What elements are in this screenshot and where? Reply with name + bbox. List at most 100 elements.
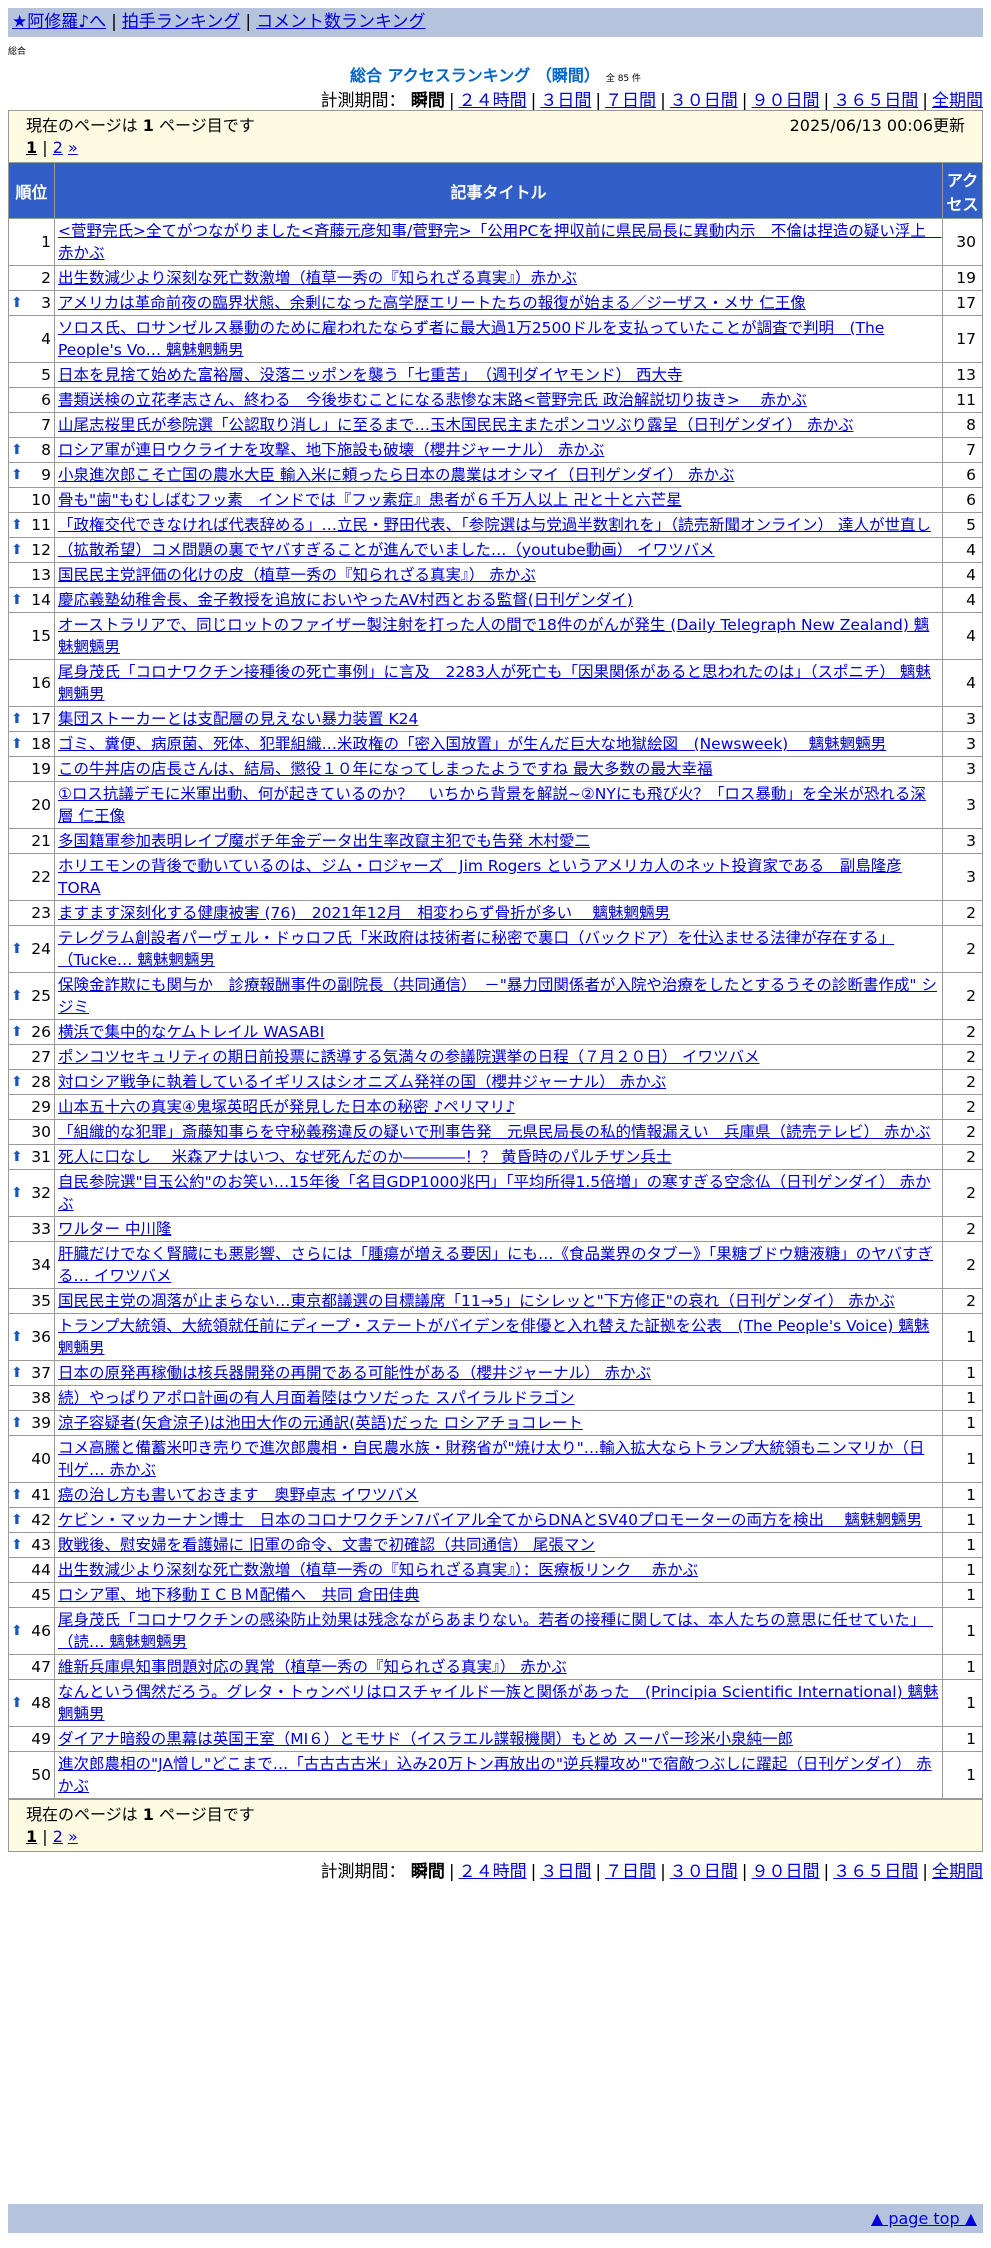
page-title: 総合 アクセスランキング （瞬間） 全 85 件 bbox=[8, 62, 983, 86]
article-title-link[interactable]: ロシア軍、地下移動ＩＣＢＭ配備へ 共同 倉田佳典 bbox=[58, 1586, 419, 1604]
period-365d[interactable]: ３６５日間 bbox=[833, 91, 918, 111]
comment-ranking-link[interactable]: コメント数ランキング bbox=[256, 12, 426, 32]
article-title-link[interactable]: 山尾志桜里氏が参院選「公認取り消し」に至るまで…玉木国民民主またポンコツぶり露呈… bbox=[58, 416, 853, 434]
period-30d[interactable]: ３０日間 bbox=[670, 1862, 738, 1882]
article-title-link[interactable]: 出生数減少より深刻な死亡数激増（植草一秀の『知られざる真実』）：医療板リンク 赤… bbox=[58, 1561, 698, 1579]
article-title-link[interactable]: （拡散希望）コメ問題の裏でヤバすぎることが進んでいました…（youtube動画）… bbox=[58, 541, 715, 559]
article-title-link[interactable]: 日本の原発再稼働は核兵器開発の再開である可能性がある（櫻井ジャーナル） 赤かぶ bbox=[58, 1364, 651, 1382]
clap-ranking-link[interactable]: 拍手ランキング bbox=[122, 12, 241, 32]
article-title-link[interactable]: オーストラリアで、同じロットのファイザー製注射を打った人の間で18件のがんが発生… bbox=[58, 616, 929, 656]
article-title-link[interactable]: 尾身茂氏「コロナワクチン接種後の死亡事例」に言及 2283人が死亡も「因果関係が… bbox=[58, 663, 931, 703]
article-title-link[interactable]: ますます深刻化する健康被害 (76) 2021年12月 相変わらず骨折が多い 魑… bbox=[58, 904, 670, 922]
rank-change: ⬆ bbox=[8, 706, 27, 732]
article-title-link[interactable]: 日本を見捨て始めた富裕層、没落ニッポンを襲う「七重苦」 （週刊ダイヤモンド） 西… bbox=[58, 366, 682, 384]
pager-page-2[interactable]: 2 bbox=[53, 138, 63, 157]
rank-change bbox=[8, 1241, 27, 1289]
article-title-link[interactable]: 尾身茂氏「コロナワクチンの感染防止効果は残念ながらあまりない。若者の接種に関して… bbox=[58, 1611, 933, 1651]
article-title-link[interactable]: ソロス氏、ロサンゼルス暴動のために雇われたならず者に最大過1万2500ドルを支払… bbox=[58, 319, 884, 359]
rank-change bbox=[8, 362, 27, 388]
period-3d[interactable]: ３日間 bbox=[540, 91, 591, 111]
access-count: 6 bbox=[942, 487, 983, 513]
period-30d[interactable]: ３０日間 bbox=[670, 91, 738, 111]
access-count: 13 bbox=[942, 362, 983, 388]
article-title-link[interactable]: 横浜で集中的なケムトレイル WASABI bbox=[58, 1023, 324, 1041]
article-title-link[interactable]: テレグラム創設者パーヴェル・ドゥロフ氏「米政府は技術者に秘密で裏口（バックドア）… bbox=[58, 929, 894, 969]
period-7d[interactable]: ７日間 bbox=[605, 1862, 656, 1882]
rank-change bbox=[8, 1726, 27, 1752]
article-title-link[interactable]: この牛丼店の店長さんは、結局、懲役１０年になってしまったようですね 最大多数の最… bbox=[58, 760, 713, 778]
article-title-link[interactable]: ケビン・マッカーナン博士 日本のコロナワクチン7バイアル全てからDNAとSV40… bbox=[58, 1511, 922, 1529]
period-3d[interactable]: ３日間 bbox=[540, 1862, 591, 1882]
period-365d[interactable]: ３６５日間 bbox=[833, 1862, 918, 1882]
period-24h[interactable]: ２４時間 bbox=[459, 91, 527, 111]
article-title-link[interactable]: 集団ストーカーとは支配層の見えない暴力装置 K24 bbox=[58, 710, 418, 728]
article-title-link[interactable]: 死人に口なし 米森アナはいつ、なぜ死んだのか――――！？ 黄昏時のパルチザン兵士 bbox=[58, 1148, 671, 1166]
period-90d[interactable]: ９０日間 bbox=[752, 1862, 820, 1882]
article-title-link[interactable]: <菅野完氏>全てがつながりました<斉藤元彦知事/菅野完>「公用PCを押収前に県民… bbox=[58, 222, 941, 262]
article-title-link[interactable]: 自民参院選"目玉公約"のお笑い…15年後「名目GDP1000兆円」「平均所得1.… bbox=[58, 1173, 931, 1213]
article-title-link[interactable]: 保険金詐欺にも関与か 診療報酬事件の副院長（共同通信） －"暴力団関係者が入院や… bbox=[58, 976, 937, 1016]
header-access: アクセス bbox=[942, 162, 983, 219]
rank-change bbox=[8, 1654, 27, 1680]
article-title-link[interactable]: コメ高騰と備蓄米叩き売りで進次郎農相・自民農水族・財務省が"焼け太り"…輸入拡大… bbox=[58, 1439, 924, 1479]
period-7d[interactable]: ７日間 bbox=[605, 91, 656, 111]
period-90d[interactable]: ９０日間 bbox=[752, 91, 820, 111]
article-title-link[interactable]: ホリエモンの背後で動いているのは、ジム・ロジャーズ Jim Rogers という… bbox=[58, 857, 902, 897]
rank-number: 12 bbox=[26, 537, 56, 563]
article-title-link[interactable]: 山本五十六の真実④鬼塚英昭氏が発見した日本の秘密 ♪ペリマリ♪ bbox=[58, 1098, 515, 1116]
access-count: 1 bbox=[942, 1482, 983, 1508]
article-title-link[interactable]: 癌の治し方も書いておきます 奥野卓志 イワツバメ bbox=[58, 1486, 419, 1504]
rank-number: 22 bbox=[26, 853, 56, 901]
asyura-home-link[interactable]: ★阿修羅♪へ bbox=[12, 12, 106, 32]
article-title-link[interactable]: ①ロス抗議デモに米軍出動、何が起きているのか？ いちから背景を解説~②NYにも飛… bbox=[58, 785, 926, 825]
article-title-link[interactable]: ゴミ、糞便、病原菌、死体、犯罪組織…米政権の「密入国放置」が生んだ巨大な地獄絵図… bbox=[58, 735, 886, 753]
page-top-link[interactable]: ▲ page top ▲ bbox=[871, 2209, 977, 2228]
pager-next[interactable]: » bbox=[68, 138, 78, 157]
table-row: ⬆ 11 「政権交代できなければ代表辞める」…立民・野田代表、「参院選は与党過半数割… bbox=[8, 512, 983, 538]
article-title-cell: 横浜で集中的なケムトレイル WASABI bbox=[54, 1019, 943, 1045]
period-24h[interactable]: ２４時間 bbox=[459, 1862, 527, 1882]
article-title-cell: 自民参院選"目玉公約"のお笑い…15年後「名目GDP1000兆円」「平均所得1.… bbox=[54, 1169, 943, 1217]
article-title-link[interactable]: 書類送検の立花孝志さん、終わる 今後歩むことになる悲惨な末路<菅野完氏 政治解説… bbox=[58, 391, 807, 409]
article-title-cell: ゴミ、糞便、病原菌、死体、犯罪組織…米政権の「密入国放置」が生んだ巨大な地獄絵図… bbox=[54, 731, 943, 757]
article-title-link[interactable]: ロシア軍が連日ウクライナを攻撃、地下施設も破壊（櫻井ジャーナル） 赤かぶ bbox=[58, 441, 604, 459]
table-row: 40 コメ高騰と備蓄米叩き売りで進次郎農相・自民農水族・財務省が"焼け太り"…輸入… bbox=[8, 1435, 983, 1483]
article-title-link[interactable]: 「組織的な犯罪」斎藤知事らを守秘義務違反の疑いで刑事告発 元県民局長の私的情報漏… bbox=[58, 1123, 930, 1141]
article-title-link[interactable]: 国民民主党評価の化けの皮（植草一秀の『知られざる真実』） 赤かぶ bbox=[58, 566, 536, 584]
article-title-link[interactable]: 対ロシア戦争に執着しているイギリスはシオニズム発祥の国（櫻井ジャーナル） 赤かぶ bbox=[58, 1073, 666, 1091]
article-title-link[interactable]: 肝臓だけでなく腎臓にも悪影響、さらには「腫瘍が増える要因」にも…《食品業界のタブ… bbox=[58, 1245, 933, 1285]
article-title-link[interactable]: 敗戦後、慰安婦を看護婦に 旧軍の命令、文書で初確認（共同通信） 尾張マン bbox=[58, 1536, 595, 1554]
article-title-link[interactable]: ワルター 中川隆 bbox=[58, 1220, 171, 1238]
rank-number: 38 bbox=[26, 1385, 56, 1411]
article-title-link[interactable]: 涼子容疑者(矢倉涼子)は池田大作の元通訳(英語)だった ロシアチョコレート bbox=[58, 1414, 583, 1432]
article-title-link[interactable]: 「政権交代できなければ代表辞める」…立民・野田代表、「参院選は与党過半数割れを」… bbox=[58, 516, 931, 534]
article-title-cell: 骨も"歯"もむしばむフッ素 インドでは『フッ素症』患者が６千万人以上 卍と十と六… bbox=[54, 487, 943, 513]
article-title-link[interactable]: 出生数減少より深刻な死亡数激増（植草一秀の『知られざる真実』）赤かぶ bbox=[58, 269, 577, 287]
article-title-link[interactable]: 骨も"歯"もむしばむフッ素 インドでは『フッ素症』患者が６千万人以上 卍と十と六… bbox=[58, 491, 682, 509]
article-title-link[interactable]: 国民民主党の凋落が止まらない…東京都議選の目標議席「11→5」にシレッと"下方修… bbox=[58, 1292, 895, 1310]
article-title-link[interactable]: 維新兵庫県知事問題対応の異常（植草一秀の『知られざる真実』） 赤かぶ bbox=[58, 1658, 567, 1676]
table-row: 29 山本五十六の真実④鬼塚英昭氏が発見した日本の秘密 ♪ペリマリ♪ 2 bbox=[8, 1094, 983, 1120]
article-title-link[interactable]: ダイアナ暗殺の黒幕は英国王室（MI６）とモサド（イスラエル諜報機関）もとめ スー… bbox=[58, 1730, 793, 1748]
article-title-link[interactable]: 進次郎農相の"JA憎し"どこまで…「古古古古米」込み20万トン再放出の"逆兵糧攻… bbox=[58, 1755, 932, 1795]
table-row: ⬆ 46 尾身茂氏「コロナワクチンの感染防止効果は残念ながらあまりない。若者の接種に… bbox=[8, 1607, 983, 1655]
pager-next[interactable]: » bbox=[68, 1827, 78, 1846]
article-title-link[interactable]: アメリカは革命前夜の臨界状態、余剰になった高学歴エリートたちの報復が始まる／ジー… bbox=[58, 294, 806, 312]
table-row: ⬆ 28 対ロシア戦争に執着しているイギリスはシオニズム発祥の国（櫻井ジャーナル） … bbox=[8, 1069, 983, 1095]
article-title-link[interactable]: 小泉進次郎こそ亡国の農水大臣 輸入米に頼ったら日本の農業はオシマイ（日刊ゲンダイ… bbox=[58, 466, 734, 484]
article-title-link[interactable]: 続）やっぱりアポロ計画の有人月面着陸はウソだった スパイラルドラゴン bbox=[58, 1389, 574, 1407]
article-title-link[interactable]: ポンコツセキュリティの期日前投票に誘導する気満々の参議院選挙の日程（７月２０日）… bbox=[58, 1048, 760, 1066]
pager-page-2[interactable]: 2 bbox=[53, 1827, 63, 1846]
header-title: 記事タイトル bbox=[54, 162, 943, 219]
period-all[interactable]: 全期間 bbox=[932, 1862, 983, 1882]
access-count: 3 bbox=[942, 756, 983, 782]
article-title-link[interactable]: なんという偶然だろう。グレタ・トゥンベリはロスチャイルド一族と関係があった (P… bbox=[58, 1683, 939, 1723]
article-title-link[interactable]: 慶応義塾幼稚舎長、金子教授を追放においやったAV村西とおる監督(日刊ゲンダイ) bbox=[58, 591, 633, 609]
article-title-link[interactable]: 多国籍軍参加表明レイプ魔ボチ年金データ出生率改竄主犯でも告発 木村愛二 bbox=[58, 832, 590, 850]
article-title-cell: 尾身茂氏「コロナワクチンの感染防止効果は残念ながらあまりない。若者の接種に関して… bbox=[54, 1607, 943, 1655]
rank-number: 48 bbox=[26, 1679, 56, 1727]
rank-number: 13 bbox=[26, 562, 56, 588]
period-all[interactable]: 全期間 bbox=[932, 91, 983, 111]
rank-number: 26 bbox=[26, 1019, 56, 1045]
article-title-link[interactable]: トランプ大統領、大統領就任前にディープ・ステートがバイデンを俳優と入れ替えた証拠… bbox=[58, 1317, 929, 1357]
